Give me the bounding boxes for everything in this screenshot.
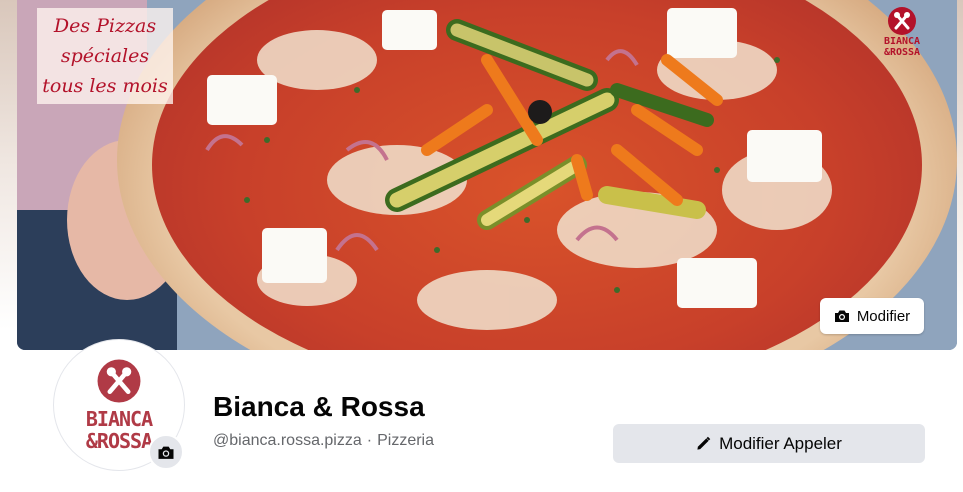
promo-line-3: tous les mois [42, 75, 168, 97]
subtitle-separator: · [366, 432, 373, 449]
pencil-icon [697, 436, 711, 450]
page-title: Bianca & Rossa [213, 391, 425, 422]
edit-call-label: Modifier Appeler [719, 433, 842, 453]
edit-call-button[interactable]: Modifier Appeler [613, 424, 925, 463]
edit-avatar-button[interactable] [148, 434, 184, 470]
promo-line-2: spéciales [60, 45, 150, 67]
page-subtitle: @bianca.rossa.pizza · Pizzeria [213, 432, 434, 450]
avatar-logo-line2: &ROSSA [85, 429, 153, 453]
pizza-peel-logo-icon [888, 7, 916, 35]
cover-logo-text-line2: &ROSSA [883, 47, 921, 58]
pizza-peel-logo-icon [97, 359, 141, 403]
cover-brand-logo: BIANCA &ROSSA [877, 6, 927, 74]
page-category[interactable]: Pizzeria [377, 432, 434, 449]
camera-icon [158, 446, 174, 459]
cover-logo-text-line1: BIANCA [883, 36, 921, 47]
cover-photo: Des Pizzas spéciales tous les mois BIANC… [17, 0, 957, 350]
edit-cover-label: Modifier [856, 307, 911, 325]
page-handle[interactable]: @bianca.rossa.pizza [213, 432, 362, 449]
avatar-logo-line1: BIANCA [85, 407, 153, 431]
camera-icon [834, 310, 849, 322]
promo-line-1: Des Pizzas [53, 15, 157, 37]
promo-banner: Des Pizzas spéciales tous les mois [37, 8, 173, 104]
edit-cover-button[interactable]: Modifier [820, 298, 924, 334]
